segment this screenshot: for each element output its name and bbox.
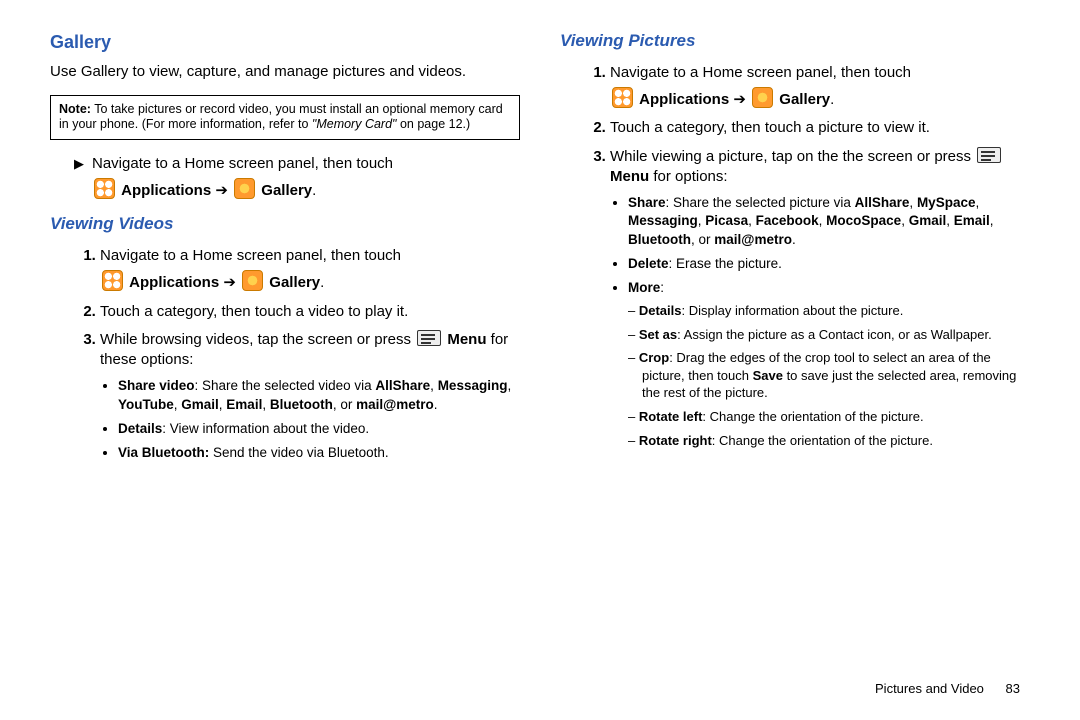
heading-viewing-videos: Viewing Videos xyxy=(50,213,520,236)
bd5: Rotate right xyxy=(639,433,712,448)
nav-text: Navigate to a Home screen panel, then to… xyxy=(92,155,393,172)
menu-label: Menu xyxy=(610,168,649,185)
note-memcard: "Memory Card" xyxy=(312,117,397,131)
bv-det: Details xyxy=(118,421,162,436)
picture-step-1: Navigate to a Home screen panel, then to… xyxy=(610,59,1030,115)
bd3: Crop xyxy=(639,350,669,365)
bp-fb: Facebook xyxy=(756,213,819,228)
bp-msg: Messaging xyxy=(628,213,698,228)
note-text-b: on page 12.) xyxy=(396,117,470,131)
bp-bt: Bluetooth xyxy=(628,232,691,247)
bp-mm: mail@metro xyxy=(714,232,792,247)
more-rotate-right: Rotate right: Change the orientation of … xyxy=(642,429,1030,453)
bp-share: Share xyxy=(628,195,666,210)
menu-label: Menu xyxy=(447,331,486,348)
play-icon: ▶ xyxy=(74,154,84,202)
bp-all: AllShare xyxy=(855,195,910,210)
bv-gm: Gmail xyxy=(181,397,219,412)
bd2t: : Assign the picture as a Contact icon, … xyxy=(677,327,992,342)
bd5t: : Change the orientation of the picture. xyxy=(712,433,933,448)
more-setas: Set as: Assign the picture as a Contact … xyxy=(642,323,1030,347)
bv-share-t: : Share the selected video via xyxy=(195,378,376,393)
video-option-share: Share video: Share the selected video vi… xyxy=(118,374,520,416)
gallery-icon xyxy=(234,178,255,199)
p1-text: Navigate to a Home screen panel, then to… xyxy=(610,64,911,81)
picture-path: Applications ➔ Gallery. xyxy=(610,87,1030,110)
footer-section: Pictures and Video xyxy=(875,681,984,696)
note-box: Note: To take pictures or record video, … xyxy=(50,95,520,140)
more-crop: Crop: Drag the edges of the crop tool to… xyxy=(642,346,1030,405)
video-step-1: Navigate to a Home screen panel, then to… xyxy=(100,242,520,298)
applications-icon xyxy=(94,178,115,199)
picture-step-2: Touch a category, then touch a picture t… xyxy=(610,114,1030,142)
path-arrow: ➔ xyxy=(733,91,746,108)
path-gallery: Gallery xyxy=(269,274,320,291)
bp-em: Email xyxy=(954,213,990,228)
page-footer: Pictures and Video 83 xyxy=(875,680,1020,698)
bp-share-t: : Share the selected picture via xyxy=(666,195,855,210)
picture-option-more: More: Details: Display information about… xyxy=(628,276,1030,457)
bd1: Details xyxy=(639,303,682,318)
video-option-details: Details: View information about the vide… xyxy=(118,417,520,441)
bv-det-t: : View information about the video. xyxy=(162,421,369,436)
menu-icon xyxy=(417,330,441,346)
gallery-icon xyxy=(242,270,263,291)
heading-viewing-pictures: Viewing Pictures xyxy=(560,30,1030,53)
footer-page: 83 xyxy=(1006,681,1020,696)
video-steps: Navigate to a Home screen panel, then to… xyxy=(50,242,520,473)
bp-my: MySpace xyxy=(917,195,976,210)
bv-all: AllShare xyxy=(375,378,430,393)
video-option-bluetooth: Via Bluetooth: Send the video via Blueto… xyxy=(118,441,520,465)
bd3s: Save xyxy=(753,368,783,383)
picture-step-3: While viewing a picture, tap on the the … xyxy=(610,143,1030,465)
bp-gm: Gmail xyxy=(909,213,947,228)
bd1t: : Display information about the picture. xyxy=(681,303,903,318)
path-apps: Applications xyxy=(121,182,211,199)
video-path: Applications ➔ Gallery. xyxy=(100,270,520,293)
bp-del-t: : Erase the picture. xyxy=(669,256,782,271)
p3a: While viewing a picture, tap on the the … xyxy=(610,148,975,165)
menu-icon xyxy=(977,147,1001,163)
picture-steps: Navigate to a Home screen panel, then to… xyxy=(560,59,1030,465)
gallery-icon xyxy=(752,87,773,108)
bd4t: : Change the orientation of the picture. xyxy=(702,409,923,424)
path-gallery: Gallery xyxy=(261,182,312,199)
gallery-path: Applications ➔ Gallery. xyxy=(92,178,393,201)
gallery-intro: Use Gallery to view, capture, and manage… xyxy=(50,62,520,82)
bd2: Set as xyxy=(639,327,677,342)
bv-msg: Messaging xyxy=(438,378,508,393)
video-step-2: Touch a category, then touch a video to … xyxy=(100,298,520,326)
bv-em: Email xyxy=(226,397,262,412)
bp-pic: Picasa xyxy=(705,213,748,228)
more-rotate-left: Rotate left: Change the orientation of t… xyxy=(642,405,1030,429)
bv-mm: mail@metro xyxy=(356,397,434,412)
bv-yt: YouTube xyxy=(118,397,174,412)
path-apps: Applications xyxy=(129,274,219,291)
p3b: for options: xyxy=(649,168,727,185)
v-step1-text: Navigate to a Home screen panel, then to… xyxy=(100,247,401,264)
bp-more: More xyxy=(628,280,660,295)
v3a: While browsing videos, tap the screen or… xyxy=(100,331,415,348)
picture-option-delete: Delete: Erase the picture. xyxy=(628,252,1030,276)
video-step-3: While browsing videos, tap the screen or… xyxy=(100,326,520,473)
path-apps: Applications xyxy=(639,91,729,108)
heading-gallery: Gallery xyxy=(50,30,520,54)
bp-del: Delete xyxy=(628,256,669,271)
path-arrow: ➔ xyxy=(215,182,228,199)
bv-vbt-t: Send the video via Bluetooth. xyxy=(209,445,388,460)
bp-moco: MocoSpace xyxy=(826,213,901,228)
bd4: Rotate left xyxy=(639,409,703,424)
note-label: Note: xyxy=(59,102,91,116)
bv-share: Share video xyxy=(118,378,195,393)
more-details: Details: Display information about the p… xyxy=(642,299,1030,323)
bv-vbt: Via Bluetooth: xyxy=(118,445,209,460)
applications-icon xyxy=(102,270,123,291)
path-arrow: ➔ xyxy=(223,274,236,291)
picture-option-share: Share: Share the selected picture via Al… xyxy=(628,191,1030,252)
bv-bt: Bluetooth xyxy=(270,397,333,412)
path-gallery: Gallery xyxy=(779,91,830,108)
applications-icon xyxy=(612,87,633,108)
